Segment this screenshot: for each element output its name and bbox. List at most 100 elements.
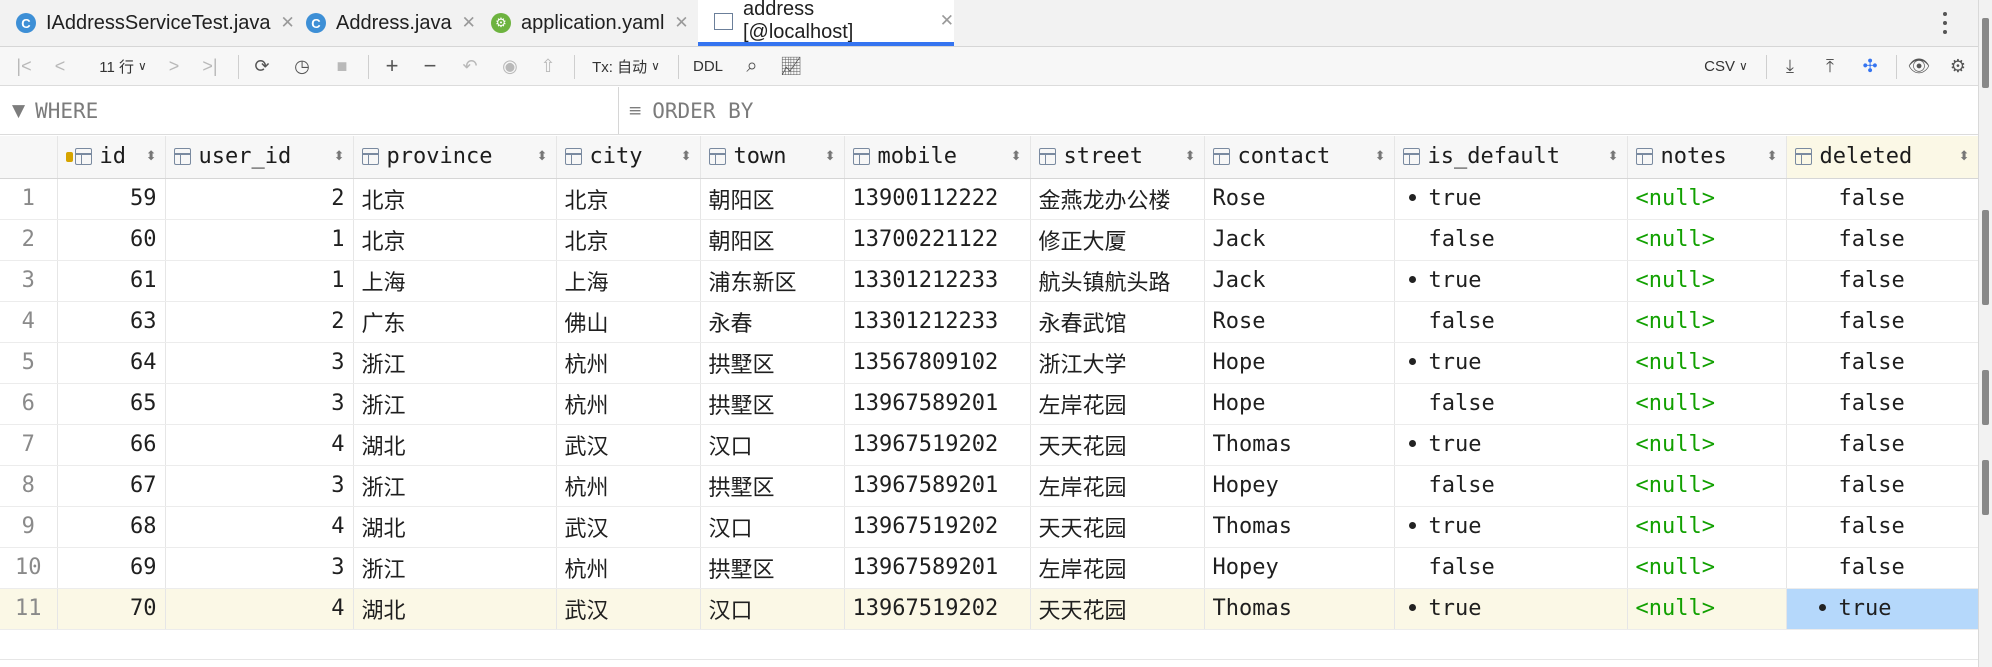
cell-id[interactable]: 63 [57,301,166,343]
sort-icon[interactable]: ⬍ [1608,149,1619,164]
table-row[interactable]: 4 63 2 广东 佛山 永春 13301212233 永春武馆 Rose false <null>… [0,301,1979,343]
sort-icon[interactable]: ⬍ [1185,149,1196,164]
cell-is-default[interactable]: false [1394,219,1628,261]
refresh-icon[interactable]: ⟳ [248,52,276,80]
table-row[interactable]: 10 69 3 浙江 杭州 拱墅区 13967589201 左岸花园 Hopey false <nu… [0,547,1979,589]
cell-contact[interactable]: Hope [1204,342,1395,384]
cell-mobile[interactable]: 13967589201 [844,465,1031,507]
cell-city[interactable]: 佛山 [556,301,701,343]
cell-province[interactable]: 广东 [353,301,557,343]
cell-mobile[interactable]: 13700221122 [844,219,1031,261]
cell-town[interactable]: 朝阳区 [700,178,845,220]
preview-changes-icon[interactable]: ◉ [496,52,524,80]
cell-notes[interactable]: <null> [1627,547,1787,589]
cell-id[interactable]: 70 [57,588,166,630]
next-page-icon[interactable]: > [162,52,186,80]
cell-town[interactable]: 拱墅区 [700,465,845,507]
table-row[interactable]: 2 60 1 北京 北京 朝阳区 13700221122 修正大厦 Jack false <null… [0,219,1979,261]
cell-user-id[interactable]: 3 [165,342,354,384]
cell-is-default[interactable]: true [1394,260,1628,302]
cell-province[interactable]: 北京 [353,178,557,220]
cell-deleted[interactable]: true [1786,588,1979,630]
cell-notes[interactable]: <null> [1627,588,1787,630]
cell-deleted[interactable]: false [1786,342,1979,384]
cell-province[interactable]: 浙江 [353,383,557,425]
close-icon[interactable]: ✕ [940,11,954,31]
cell-city[interactable]: 杭州 [556,383,701,425]
cell-is-default[interactable]: true [1394,506,1628,548]
delete-row-icon[interactable]: − [416,52,444,80]
tool-window-tab[interactable] [1982,18,1989,88]
sort-icon[interactable]: ⬍ [537,149,548,164]
cell-notes[interactable]: <null> [1627,424,1787,466]
row-number[interactable]: 5 [0,342,58,384]
cell-contact[interactable]: Thomas [1204,506,1395,548]
cell-town[interactable]: 朝阳区 [700,219,845,261]
sort-icon[interactable]: ⬍ [334,149,345,164]
cell-city[interactable]: 杭州 [556,465,701,507]
cell-city[interactable]: 武汉 [556,506,701,548]
cell-contact[interactable]: Hopey [1204,547,1395,589]
row-number[interactable]: 2 [0,219,58,261]
history-icon[interactable]: ◷ [288,52,316,80]
tool-window-tab[interactable] [1982,370,1989,425]
cell-is-default[interactable]: true [1394,424,1628,466]
search-icon[interactable]: ⌕ [738,52,766,80]
row-number[interactable]: 10 [0,547,58,589]
cell-contact[interactable]: Rose [1204,178,1395,220]
cell-id[interactable]: 61 [57,260,166,302]
sort-icon[interactable]: ⬍ [146,149,157,164]
cell-province[interactable]: 浙江 [353,465,557,507]
cell-mobile[interactable]: 13900112222 [844,178,1031,220]
cell-is-default[interactable]: true [1394,588,1628,630]
column-header-contact[interactable]: contact ⬍ [1204,136,1395,179]
column-header-deleted[interactable]: deleted ⬍ [1786,136,1979,179]
cell-user-id[interactable]: 3 [165,465,354,507]
column-header-id[interactable]: id ⬍ [57,136,166,179]
cell-user-id[interactable]: 4 [165,424,354,466]
cell-is-default[interactable]: false [1394,465,1628,507]
close-icon[interactable]: ✕ [674,13,688,33]
cell-street[interactable]: 浙江大学 [1030,342,1205,384]
more-tabs-icon[interactable] [1942,12,1948,34]
cell-deleted[interactable]: false [1786,260,1979,302]
compare-icon[interactable]: ✣ [1856,52,1884,80]
sort-icon[interactable]: ⬍ [681,149,692,164]
sort-icon[interactable]: ⬍ [1959,149,1970,164]
cell-is-default[interactable]: false [1394,547,1628,589]
gear-icon[interactable]: ⚙ [1944,52,1972,80]
sort-icon[interactable]: ⬍ [1011,149,1022,164]
cell-user-id[interactable]: 4 [165,588,354,630]
cell-notes[interactable]: <null> [1627,383,1787,425]
cell-province[interactable]: 北京 [353,219,557,261]
cell-notes[interactable]: <null> [1627,465,1787,507]
cell-province[interactable]: 湖北 [353,424,557,466]
cell-user-id[interactable]: 1 [165,260,354,302]
cell-city[interactable]: 上海 [556,260,701,302]
cell-mobile[interactable]: 13967519202 [844,424,1031,466]
cell-city[interactable]: 杭州 [556,547,701,589]
column-header-notes[interactable]: notes ⬍ [1627,136,1787,179]
cell-contact[interactable]: Hopey [1204,465,1395,507]
cell-street[interactable]: 天天花园 [1030,588,1205,630]
stop-icon[interactable]: ■ [328,52,356,80]
row-count-dropdown[interactable]: 11 行 ∨ [88,52,158,80]
cell-id[interactable]: 66 [57,424,166,466]
cell-street[interactable]: 天天花园 [1030,506,1205,548]
cell-id[interactable]: 67 [57,465,166,507]
cell-user-id[interactable]: 4 [165,506,354,548]
cell-province[interactable]: 浙江 [353,547,557,589]
first-page-icon[interactable]: |< [12,52,36,80]
cell-contact[interactable]: Rose [1204,301,1395,343]
revert-icon[interactable]: ↶ [456,52,484,80]
cell-town[interactable]: 汉口 [700,588,845,630]
column-header-user-id[interactable]: user_id ⬍ [165,136,354,179]
cell-province[interactable]: 湖北 [353,588,557,630]
row-number[interactable]: 11 [0,588,58,630]
cell-contact[interactable]: Hope [1204,383,1395,425]
submit-icon[interactable]: ⇧ [534,52,562,80]
cell-street[interactable]: 修正大厦 [1030,219,1205,261]
cell-deleted[interactable]: false [1786,465,1979,507]
cell-town[interactable]: 拱墅区 [700,383,845,425]
cell-province[interactable]: 上海 [353,260,557,302]
